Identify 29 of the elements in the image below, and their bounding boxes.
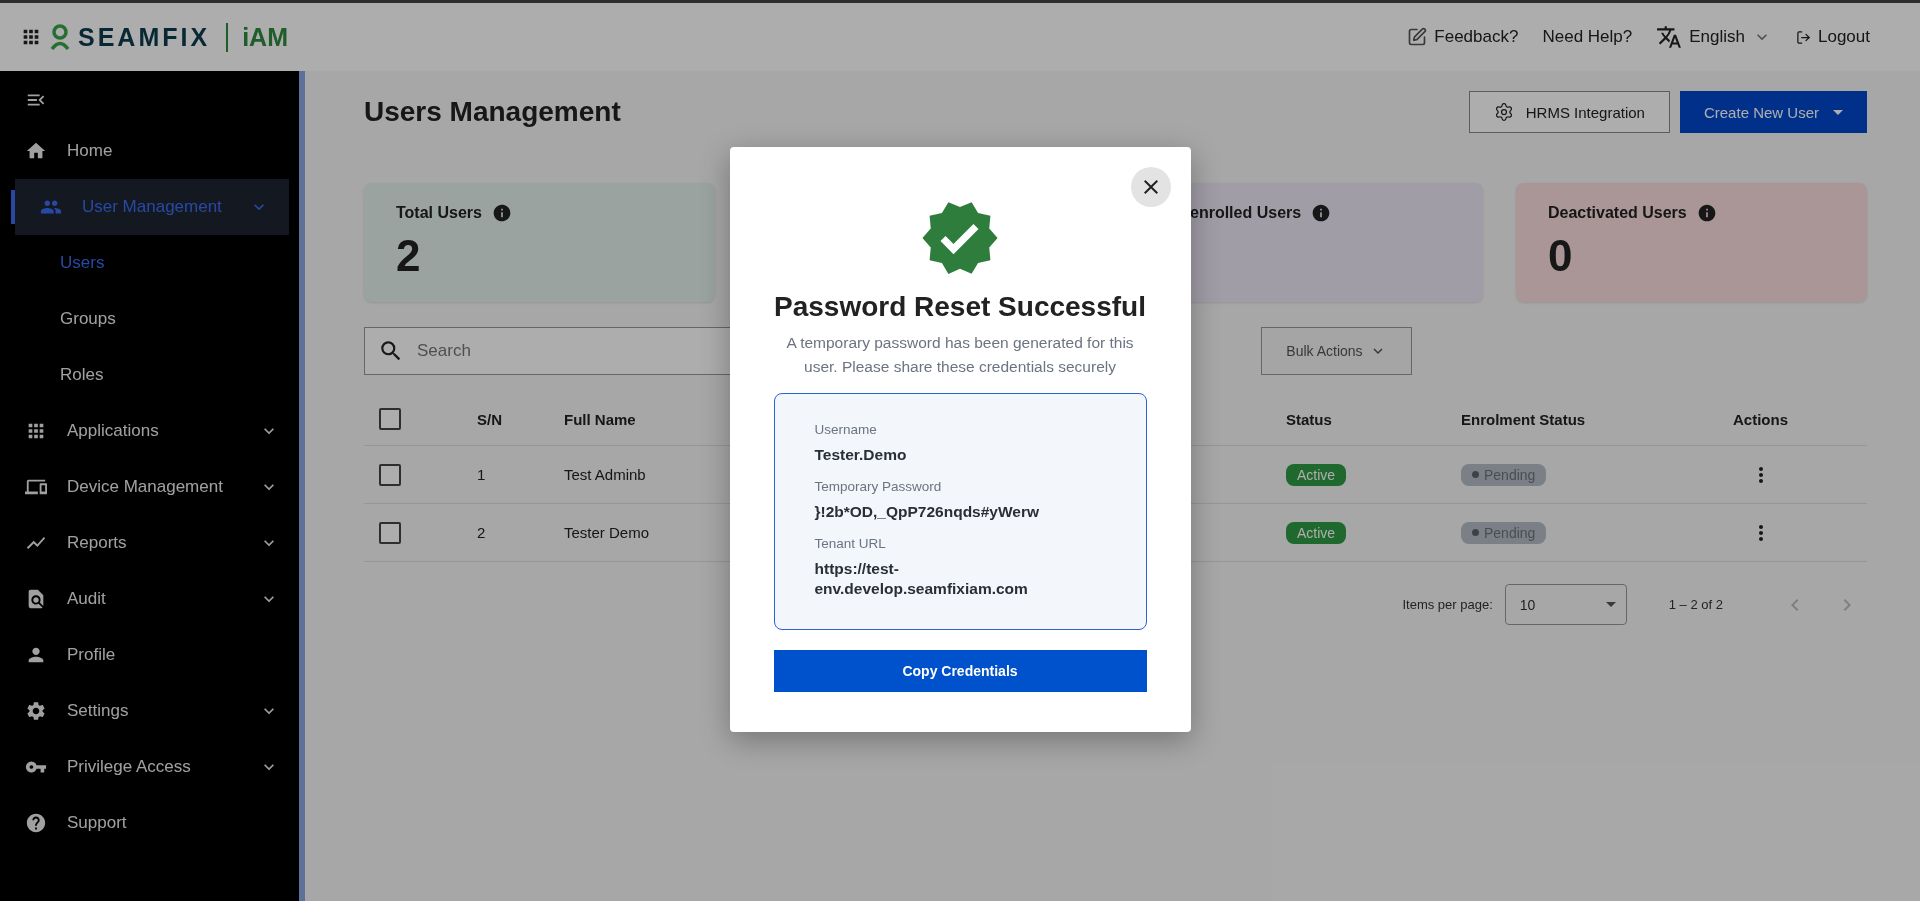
column-header: Enrolment Status <box>1461 410 1587 428</box>
column-header: Actions <box>1733 410 1788 428</box>
credential-value: https://test-env.develop.seamfixiam.com <box>814 559 1029 599</box>
stat-value: 0 <box>1548 231 1574 281</box>
column-header: Status <box>1286 410 1333 428</box>
items-per-page-label: Items per page: <box>1402 597 1493 612</box>
status-badge: Active <box>1286 463 1347 486</box>
table-cell-text: Test Adminb <box>564 466 647 483</box>
credential-value: }!2b*OD,_QpP726nqds#yWerw <box>814 502 1041 522</box>
brand-name: SEAMFIX <box>78 22 211 52</box>
stat-label: Total Users <box>396 204 482 222</box>
table-cell-text: 2 <box>477 524 487 541</box>
table-cell-text: Tester Demo <box>564 524 651 541</box>
status-badge: Active <box>1286 521 1347 544</box>
stat-label: enrolled Users <box>1190 204 1302 222</box>
page-range: 1 – 2 of 2 <box>1668 597 1723 612</box>
credential-label: Tenant URL <box>814 536 887 551</box>
column-header: Full Name <box>564 410 637 428</box>
credential-label: Temporary Password <box>814 479 943 494</box>
table-cell-text: 1 <box>477 466 487 483</box>
dialog-title: Password Reset Successful <box>774 291 1146 323</box>
stat-value: 2 <box>396 231 422 281</box>
credential-label: Username <box>814 422 878 437</box>
page-title: Users Management <box>364 96 621 128</box>
stat-label: Deactivated Users <box>1548 204 1687 222</box>
credential-value: Tester.Demo <box>814 445 908 465</box>
column-header: S/N <box>477 410 503 428</box>
product-name: iAM <box>226 22 288 52</box>
dialog-message: A temporary password has been generated for this user. Please share these credentials securely <box>785 333 1135 377</box>
